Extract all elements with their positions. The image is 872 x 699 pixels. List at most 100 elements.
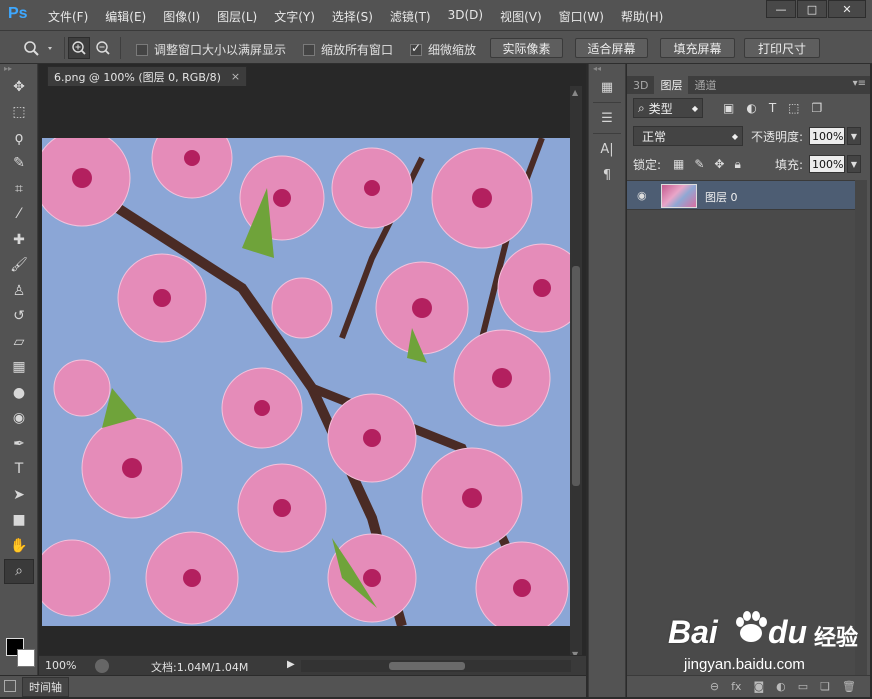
menu-edit[interactable]: 编辑(E) — [105, 8, 146, 25]
vertical-scroll-thumb[interactable] — [572, 266, 580, 486]
checkbox-box-checked — [410, 41, 422, 56]
new-group-icon[interactable]: ▭ — [798, 680, 808, 693]
color-swatches — [4, 624, 38, 674]
fill-input[interactable]: 100% — [809, 155, 845, 173]
smart-object-filter-icon[interactable]: ❐ — [812, 101, 823, 115]
tab-channels[interactable]: 通道 — [688, 76, 722, 94]
background-color-swatch[interactable] — [17, 649, 35, 667]
pixel-filter-icon[interactable]: ▣ — [723, 101, 734, 115]
history-brush-tool-icon[interactable]: ↺ — [0, 304, 38, 330]
clone-stamp-tool-icon[interactable]: ♙ — [0, 278, 38, 304]
menu-type[interactable]: 文字(Y) — [274, 8, 315, 25]
lock-all-icon[interactable]: 🔒︎ — [734, 157, 740, 172]
zoom-out-button[interactable] — [92, 37, 114, 59]
timeline-tab[interactable]: 时间轴 — [22, 677, 69, 697]
lasso-tool-icon[interactable]: ϙ — [0, 125, 38, 151]
crop-tool-icon[interactable]: ⌗ — [0, 176, 38, 202]
zoom-in-button[interactable] — [68, 37, 90, 59]
menu-select[interactable]: 选择(S) — [332, 8, 373, 25]
layers-scrollbar[interactable] — [855, 180, 867, 675]
gradient-tool-icon[interactable]: ▦ — [0, 355, 38, 381]
lock-icons: ▦ ✎ ✥ 🔒︎ — [673, 157, 741, 172]
vertical-scrollbar[interactable]: ▲ ▼ — [570, 86, 582, 661]
blend-mode-select[interactable]: 正常 ◆ — [633, 126, 743, 146]
zoom-tool-icon[interactable]: ⌕ — [4, 558, 34, 584]
layer-row[interactable]: ◉ 图层 0 — [627, 180, 855, 210]
adjustment-filter-icon[interactable]: ◐ — [746, 101, 756, 115]
document-canvas[interactable] — [42, 138, 570, 626]
character-panel-icon[interactable]: A| — [589, 136, 625, 162]
panel-grip[interactable]: ◂◂ — [589, 64, 625, 74]
rectangle-tool-icon[interactable]: ■ — [0, 508, 38, 534]
scrubby-zoom-checkbox[interactable]: 细微缩放 — [410, 41, 476, 58]
separator — [593, 102, 621, 103]
pen-tool-icon[interactable]: ✒ — [0, 431, 38, 457]
opacity-dropdown-icon[interactable]: ▼ — [847, 127, 861, 145]
tool-preset-picker[interactable] — [22, 39, 58, 57]
adjustment-layer-icon[interactable]: ◐ — [776, 680, 786, 693]
healing-brush-tool-icon[interactable]: ✚ — [0, 227, 38, 253]
minimize-button[interactable]: — — [766, 0, 796, 18]
close-button[interactable]: ✕ — [828, 0, 866, 18]
lock-image-icon[interactable]: ✎ — [694, 157, 704, 172]
lock-transparent-icon[interactable]: ▦ — [673, 157, 684, 172]
eyedropper-tool-icon[interactable]: ⁄ — [0, 202, 38, 228]
type-tool-icon[interactable]: T — [0, 457, 38, 483]
dodge-tool-icon[interactable]: ◉ — [0, 406, 38, 432]
baidu-jingyan-watermark: Bai du 经验 jingyan.baidu.com — [668, 604, 868, 680]
marquee-tool-icon[interactable]: ⬚ — [0, 100, 38, 126]
horizontal-scrollbar[interactable] — [301, 660, 571, 672]
zoom-level-field[interactable]: 100% — [45, 659, 76, 672]
visibility-eye-icon[interactable]: ◉ — [637, 189, 647, 202]
tab-layers[interactable]: 图层 — [654, 76, 689, 94]
navigator-panel-icon[interactable]: ▦ — [589, 74, 625, 100]
resize-windows-checkbox[interactable]: 调整窗口大小以满屏显示 — [136, 41, 286, 58]
horizontal-scroll-thumb[interactable] — [389, 662, 465, 670]
tab-3d[interactable]: 3D — [627, 76, 654, 94]
document-tab[interactable]: 6.png @ 100% (图层 0, RGB/8) × — [47, 66, 248, 86]
opacity-input[interactable]: 100% — [809, 127, 845, 145]
menu-view[interactable]: 视图(V) — [500, 8, 542, 25]
hand-tool-icon[interactable]: ✋ — [0, 533, 38, 559]
fill-screen-button[interactable]: 填充屏幕 — [660, 38, 735, 58]
lock-position-icon[interactable]: ✥ — [714, 157, 724, 172]
move-tool-icon[interactable]: ✥ — [0, 74, 38, 100]
panel-menu-icon[interactable]: ▾≡ — [853, 78, 866, 89]
blur-tool-icon[interactable]: ● — [0, 380, 38, 406]
add-mask-icon[interactable]: ◙ — [753, 680, 764, 693]
document-info-icon[interactable] — [95, 659, 109, 673]
type-filter-icon[interactable]: T — [769, 101, 776, 115]
menu-image[interactable]: 图像(I) — [163, 8, 200, 25]
status-menu-arrow-icon[interactable]: ▶ — [287, 659, 295, 670]
path-selection-tool-icon[interactable]: ➤ — [0, 482, 38, 508]
quick-selection-tool-icon[interactable]: ✎ — [0, 151, 38, 177]
kind-filter-value: 类型 — [648, 101, 673, 116]
brush-tool-icon[interactable]: 🖌︎ — [0, 253, 38, 279]
menu-window[interactable]: 窗口(W) — [559, 8, 604, 25]
menu-3d[interactable]: 3D(D) — [448, 8, 483, 25]
layer-name[interactable]: 图层 0 — [705, 189, 738, 205]
menu-layer[interactable]: 图层(L) — [217, 8, 257, 25]
delete-layer-icon[interactable]: 🗑︎ — [842, 680, 856, 693]
zoom-all-windows-checkbox[interactable]: 缩放所有窗口 — [303, 41, 393, 58]
restore-button[interactable]: □ — [797, 0, 827, 18]
kind-filter-select[interactable]: ⌕ 类型 ◆ — [633, 98, 703, 118]
print-size-button[interactable]: 打印尺寸 — [744, 38, 820, 58]
layer-style-icon[interactable]: fx — [731, 680, 741, 693]
panel-grip[interactable]: ▸▸ — [0, 64, 37, 74]
eraser-tool-icon[interactable]: ▱ — [0, 329, 38, 355]
watermark-brand-left: Bai — [668, 614, 718, 650]
paragraph-panel-icon[interactable]: ¶ — [589, 162, 625, 188]
new-layer-icon[interactable]: ❏ — [820, 680, 830, 693]
close-tab-icon[interactable]: × — [231, 70, 240, 83]
scroll-up-icon[interactable]: ▲ — [572, 88, 578, 97]
menu-help[interactable]: 帮助(H) — [621, 8, 663, 25]
fit-screen-button[interactable]: 适合屏幕 — [575, 38, 648, 58]
menu-file[interactable]: 文件(F) — [48, 8, 88, 25]
fill-dropdown-icon[interactable]: ▼ — [847, 155, 861, 173]
link-layers-icon[interactable]: ⊖ — [710, 680, 719, 693]
shape-filter-icon[interactable]: ⬚ — [788, 101, 799, 115]
tool-presets-panel-icon[interactable]: ☰ — [589, 105, 625, 131]
actual-pixels-button[interactable]: 实际像素 — [490, 38, 563, 58]
menu-filter[interactable]: 滤镜(T) — [390, 8, 431, 25]
